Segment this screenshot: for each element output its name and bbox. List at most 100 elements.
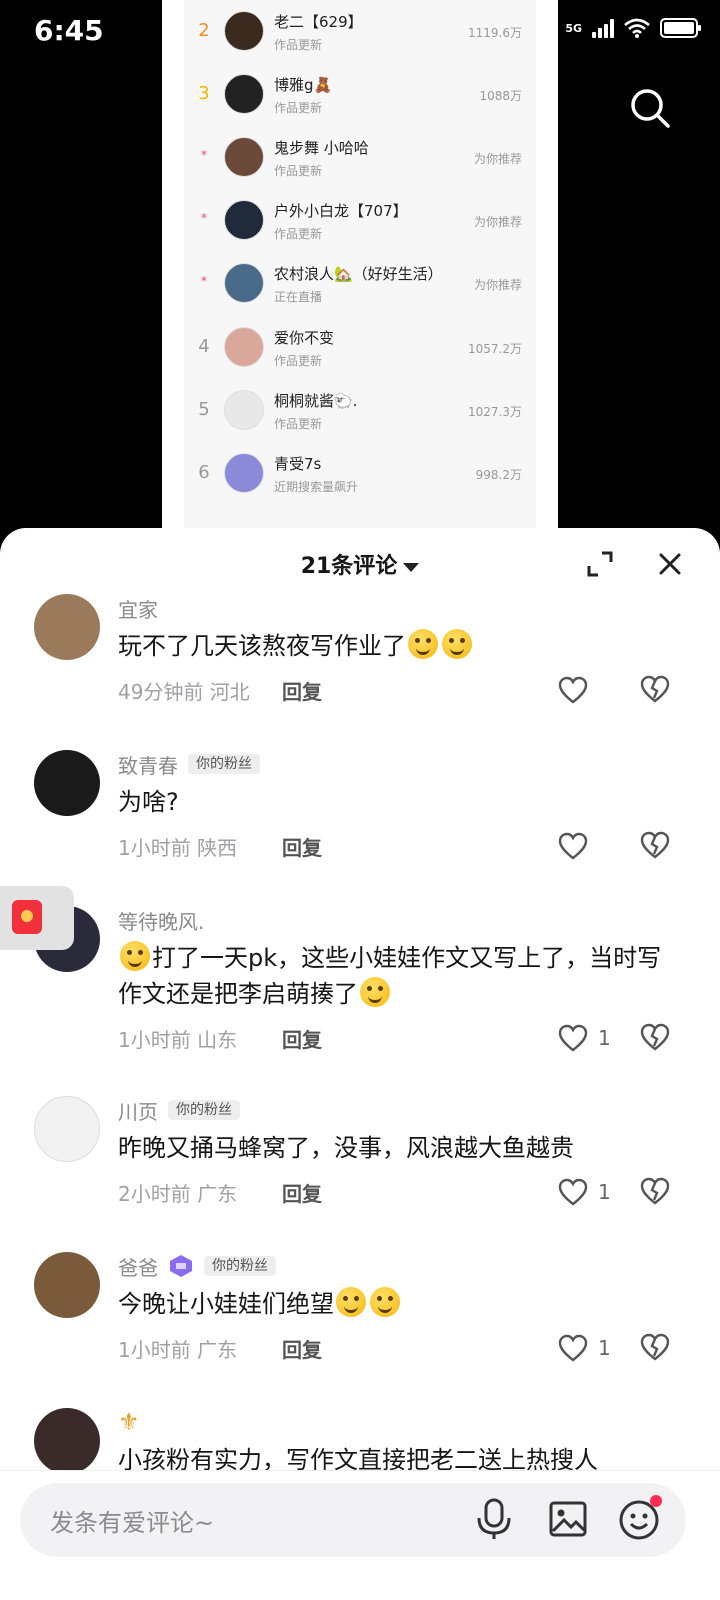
status-time: 6:45 (34, 14, 104, 47)
hot-search-ranking: 2 老二【629】作品更新 1119.6万 3 博雅g🧸 作品更新 1088万 * 鬼步舞 小哈… (184, 0, 536, 530)
avatar[interactable] (34, 1096, 100, 1162)
ranking-name: 农村浪人🏡（好好生活） (274, 265, 443, 283)
ranking-row[interactable]: 4 爱你不变 作品更新 1057.2万 (184, 316, 536, 380)
comment-body: 打了一天pk，这些小娃娃作文又写上了，当时写作文还是把李启萌揍了 (118, 944, 662, 1008)
ranking-avatar (224, 453, 264, 493)
reply-button[interactable]: 回复 (282, 1024, 322, 1053)
reply-button[interactable]: 回复 (282, 1334, 322, 1363)
red-packet-button[interactable] (0, 886, 74, 950)
ranking-value: 为你推荐 (473, 278, 522, 292)
comment-item[interactable]: 爸爸 你的粉丝 今晚让小娃娃们绝望 1小时前 广东 回复 1 (0, 1252, 720, 1382)
notification-dot (650, 1495, 662, 1507)
comment-user: 致青春 你的粉丝 (118, 750, 260, 778)
avatar[interactable] (34, 1252, 100, 1318)
expand-icon[interactable] (584, 548, 616, 580)
heart-icon (558, 1334, 588, 1362)
avatar[interactable] (34, 1408, 100, 1474)
comment-item[interactable]: 等待晚风. 打了一天pk，这些小娃娃作文又写上了，当时写作文还是把李启萌揍了 1小时… (0, 906, 720, 1076)
ranking-subtitle: 正在直播 (274, 290, 323, 304)
comments-header: 21条评论 (0, 528, 720, 600)
comment-meta: 1小时前 山东 (118, 1028, 238, 1052)
comment-input-placeholder: 发条有爱评论~ (50, 1509, 215, 1537)
ranking-avatar (224, 390, 264, 430)
like-button[interactable]: 1 (558, 1176, 611, 1208)
ranking-value: 1119.6万 (468, 26, 522, 40)
comment-item[interactable]: 宜家 玩不了几天该熬夜写作业了 49分钟前 河北 回复 (0, 594, 720, 724)
ranking-row[interactable]: 6 青受7s 近期搜索量飙升 998.2万 (184, 442, 536, 506)
username[interactable]: 等待晚风. (118, 906, 204, 935)
dislike-broken-heart-icon[interactable] (640, 1332, 672, 1364)
like-count: 1 (598, 1026, 611, 1050)
comment-text: 玩不了几天该熬夜写作业了 (118, 628, 678, 664)
avatar[interactable] (34, 750, 100, 816)
emoji-button[interactable] (618, 1495, 662, 1541)
ranking-row[interactable]: 3 博雅g🧸 作品更新 1088万 (184, 63, 536, 127)
ranking-subtitle: 作品更新 (274, 354, 323, 368)
close-icon[interactable] (654, 548, 686, 580)
username[interactable]: 爸爸 (118, 1252, 158, 1281)
ranking-name: 老二【629】 (274, 13, 363, 31)
image-icon[interactable] (548, 1499, 588, 1539)
ranking-subtitle: 作品更新 (274, 164, 323, 178)
ranking-value: 1027.3万 (468, 405, 522, 419)
username[interactable]: 宜家 (118, 594, 158, 623)
emoji-icon (408, 629, 438, 659)
ranking-avatar (224, 263, 264, 303)
comment-text: 今晚让小娃娃们绝望 (118, 1286, 678, 1322)
username[interactable]: ⚜ (118, 1408, 140, 1436)
like-button[interactable] (558, 830, 588, 862)
comment-text: 昨晚又捅马蜂窝了，没事，风浪越大鱼越贵 (118, 1130, 678, 1166)
ranking-number: 3 (198, 83, 210, 104)
search-icon[interactable] (628, 86, 672, 130)
fan-badge: 你的粉丝 (188, 754, 260, 774)
ranking-number: 2 (198, 20, 210, 41)
username[interactable]: 致青春 (118, 750, 178, 779)
dislike-broken-heart-icon[interactable] (640, 830, 672, 862)
ranking-number: * (201, 148, 207, 162)
ranking-subtitle: 作品更新 (274, 417, 323, 431)
ranking-name: 鬼步舞 小哈哈 (274, 139, 369, 157)
ranking-row[interactable]: 5 桐桐就酱🐑. 作品更新 1027.3万 (184, 379, 536, 443)
comments-sheet: 21条评论 宜家 玩不了几天该熬夜写作业了 49分钟前 河北 回复 致青春 你的粉丝 为啥?… (0, 528, 720, 1600)
status-icons: 5G (565, 18, 701, 38)
dislike-broken-heart-icon[interactable] (640, 1022, 672, 1054)
like-button[interactable] (558, 674, 588, 706)
emoji-icon (360, 977, 390, 1007)
comment-body: 为啥? (118, 788, 179, 816)
ranking-name: 爱你不变 (274, 329, 335, 347)
like-button[interactable]: 1 (558, 1022, 611, 1054)
ranking-avatar (224, 74, 264, 114)
ranking-number: 5 (198, 399, 210, 420)
fan-badge: 你的粉丝 (204, 1256, 276, 1276)
dislike-broken-heart-icon[interactable] (640, 674, 672, 706)
heart-icon (558, 1178, 588, 1206)
ranking-avatar (224, 11, 264, 51)
reply-button[interactable]: 回复 (282, 676, 322, 705)
avatar[interactable] (34, 594, 100, 660)
dislike-broken-heart-icon[interactable] (640, 1176, 672, 1208)
mic-icon[interactable] (474, 1497, 514, 1541)
like-button[interactable]: 1 (558, 1332, 611, 1364)
ranking-avatar (224, 200, 264, 240)
video-frame[interactable]: 2 老二【629】作品更新 1119.6万 3 博雅g🧸 作品更新 1088万 * 鬼步舞 小哈… (162, 0, 558, 530)
heart-icon (558, 832, 588, 860)
caret-down-icon (403, 562, 420, 572)
ranking-value: 1088万 (479, 89, 522, 103)
emoji-icon (370, 1287, 400, 1317)
reply-button[interactable]: 回复 (282, 1178, 322, 1207)
comment-meta: 2小时前 广东 (118, 1182, 238, 1206)
ranking-value: 1057.2万 (468, 342, 522, 356)
comment-text: 为啥? (118, 784, 678, 820)
comment-item[interactable]: 致青春 你的粉丝 为啥? 1小时前 陕西 回复 (0, 750, 720, 880)
ranking-name: 桐桐就酱🐑. (274, 392, 358, 410)
comment-item[interactable]: 川页 你的粉丝 昨晚又捅马蜂窝了，没事，风浪越大鱼越贵 2小时前 广东 回复 1 (0, 1096, 720, 1226)
username[interactable]: 川页 (118, 1096, 158, 1125)
wifi-icon (624, 18, 650, 38)
ranking-row[interactable]: * 农村浪人🏡（好好生活） 正在直播 为你推荐 (184, 252, 536, 316)
battery-icon (660, 18, 701, 38)
ranking-number: 6 (198, 462, 210, 483)
ranking-row[interactable]: * 鬼步舞 小哈哈 作品更新 为你推荐 (184, 126, 536, 190)
ranking-row[interactable]: * 户外小白龙【707】 作品更新 为你推荐 (184, 189, 536, 253)
ranking-row[interactable]: 2 老二【629】 作品更新 1119.6万 (184, 0, 536, 64)
reply-button[interactable]: 回复 (282, 832, 322, 861)
